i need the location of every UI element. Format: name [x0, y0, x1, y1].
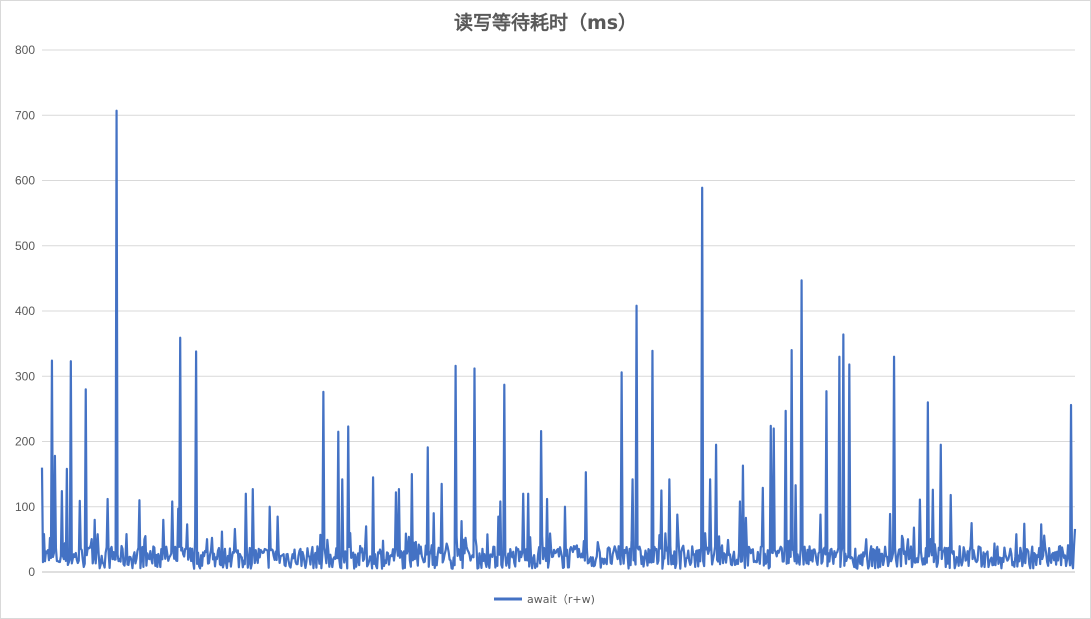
series-line-await — [40, 109, 1077, 570]
y-tick-label: 800 — [15, 43, 35, 57]
y-tick-label: 700 — [15, 108, 35, 122]
y-tick-label: 600 — [15, 174, 35, 188]
y-tick-label: 100 — [15, 500, 35, 514]
legend-label-await: await（r+w) — [527, 593, 595, 606]
plot-area — [40, 109, 1077, 570]
y-tick-label: 0 — [28, 565, 35, 579]
y-tick-label: 300 — [15, 369, 35, 383]
y-axis-tick-labels: 0 100 200 300 400 500 600 700 800 — [15, 43, 35, 579]
y-tick-label: 400 — [15, 304, 35, 318]
legend: await（r+w) — [494, 593, 595, 606]
line-chart: 0 100 200 300 400 500 600 700 800 await（r+w) — [15, 43, 1077, 606]
y-tick-label: 200 — [15, 435, 35, 449]
y-tick-label: 500 — [15, 239, 35, 253]
